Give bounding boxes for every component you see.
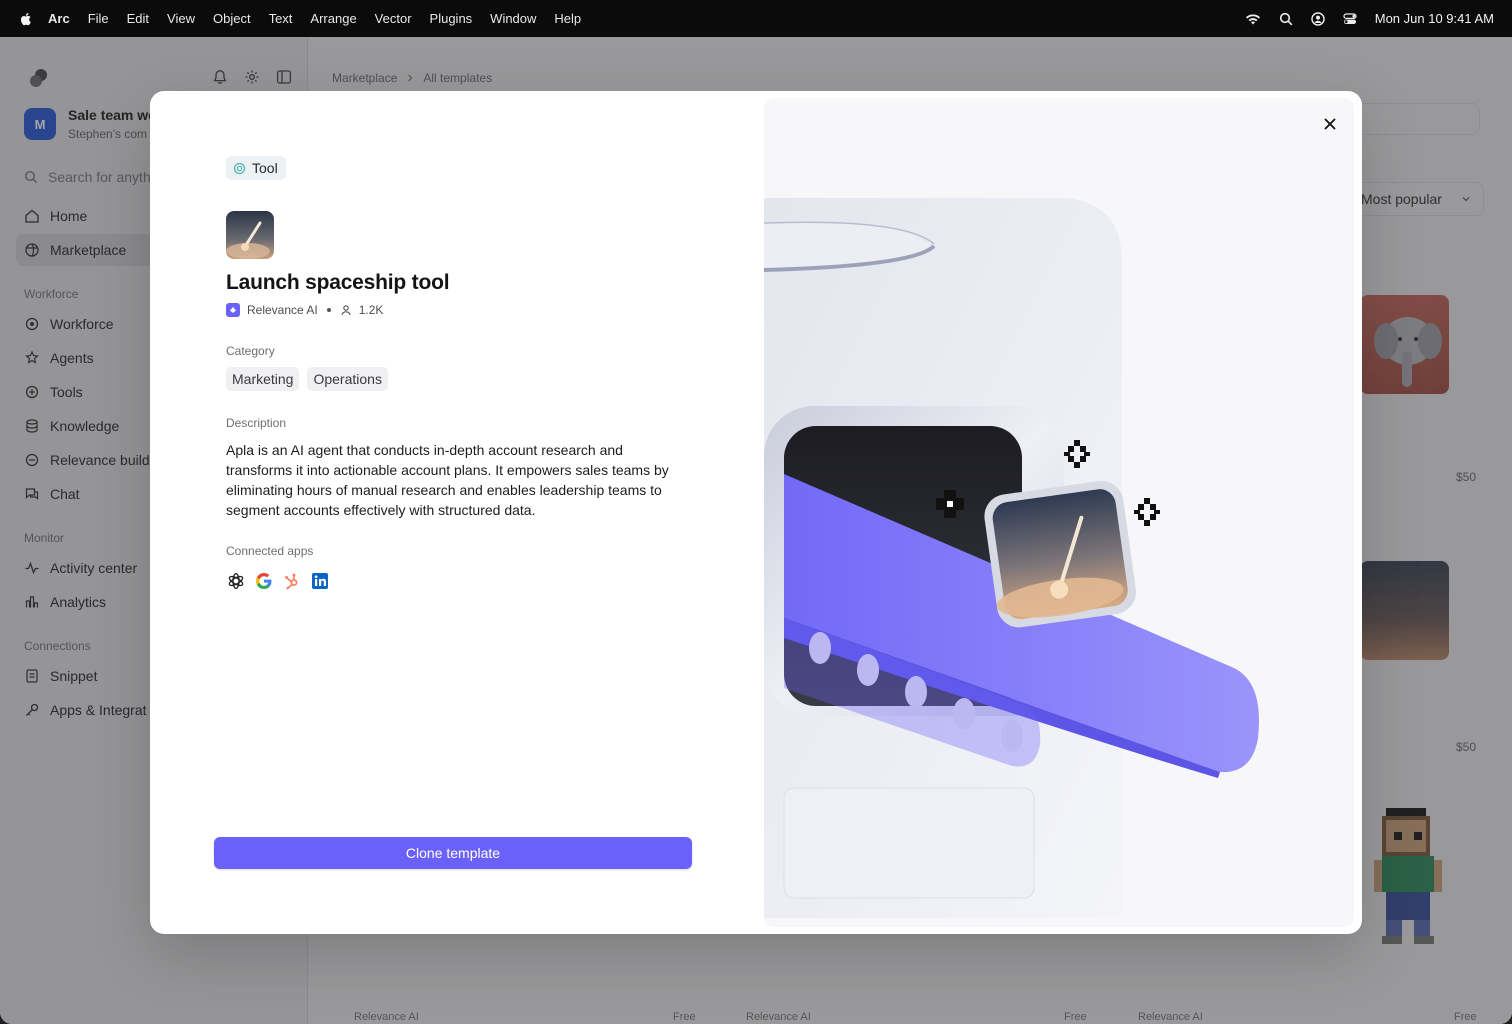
tool-type-icon bbox=[233, 162, 246, 174]
apple-icon[interactable] bbox=[18, 11, 34, 27]
clone-template-button[interactable]: Clone template bbox=[214, 837, 692, 869]
connected-apps-label: Connected apps bbox=[226, 544, 314, 558]
menu-plugins[interactable]: Plugins bbox=[430, 11, 473, 26]
tool-description: Apla is an AI agent that conducts in-dep… bbox=[226, 442, 669, 518]
modal-details-panel: Tool Launch spaceship tool Relevance AI … bbox=[150, 91, 764, 934]
menu-arrange[interactable]: Arrange bbox=[310, 11, 356, 26]
menu-file[interactable]: File bbox=[88, 11, 109, 26]
user-account-icon[interactable] bbox=[1311, 11, 1325, 26]
menu-help[interactable]: Help bbox=[554, 11, 581, 26]
menu-clock[interactable]: Mon Jun 10 9:41 AM bbox=[1375, 11, 1494, 26]
menu-object[interactable]: Object bbox=[213, 11, 251, 26]
template-detail-modal: Tool Launch spaceship tool Relevance AI … bbox=[150, 91, 1362, 934]
close-modal-button[interactable] bbox=[1318, 112, 1342, 136]
hubspot-icon bbox=[282, 571, 302, 591]
tool-user-count: 1.2K bbox=[358, 303, 384, 317]
linkedin-icon bbox=[310, 571, 330, 591]
menu-vector[interactable]: Vector bbox=[375, 11, 412, 26]
tool-meta: Relevance AI 1.2K bbox=[226, 303, 383, 317]
menu-app-name[interactable]: Arc bbox=[48, 11, 70, 26]
wifi-icon[interactable] bbox=[1245, 13, 1261, 25]
menu-window[interactable]: Window bbox=[490, 11, 536, 26]
template-type-label: Tool bbox=[252, 160, 278, 176]
menu-edit[interactable]: Edit bbox=[127, 11, 149, 26]
template-illustration-panel bbox=[764, 98, 1354, 927]
menu-bar: Arc File Edit View Object Text Arrange V… bbox=[0, 0, 1512, 37]
tool-title: Launch spaceship tool bbox=[226, 271, 450, 294]
tool-thumbnail bbox=[226, 211, 274, 259]
connected-apps-list bbox=[226, 571, 330, 591]
spotlight-search-icon[interactable] bbox=[1279, 12, 1293, 26]
tool-author[interactable]: Relevance AI bbox=[247, 303, 318, 317]
category-label: Category bbox=[226, 344, 275, 358]
relevance-ai-logo-icon bbox=[226, 303, 240, 317]
user-icon bbox=[341, 305, 351, 316]
rocket-launch-image bbox=[226, 211, 274, 259]
meta-separator bbox=[326, 308, 331, 312]
control-center-icon[interactable] bbox=[1343, 12, 1357, 26]
menu-view[interactable]: View bbox=[167, 11, 195, 26]
menu-text[interactable]: Text bbox=[269, 11, 293, 26]
conveyor-illustration bbox=[764, 198, 1259, 918]
close-icon bbox=[1324, 118, 1336, 130]
template-type-badge: Tool bbox=[226, 156, 286, 180]
google-icon bbox=[254, 571, 274, 591]
category-tag-operations[interactable]: Operations bbox=[307, 367, 388, 391]
category-tag-marketing[interactable]: Marketing bbox=[226, 367, 300, 391]
openai-icon bbox=[226, 571, 246, 591]
description-label: Description bbox=[226, 416, 287, 430]
category-tags: Marketing Operations bbox=[226, 367, 388, 391]
